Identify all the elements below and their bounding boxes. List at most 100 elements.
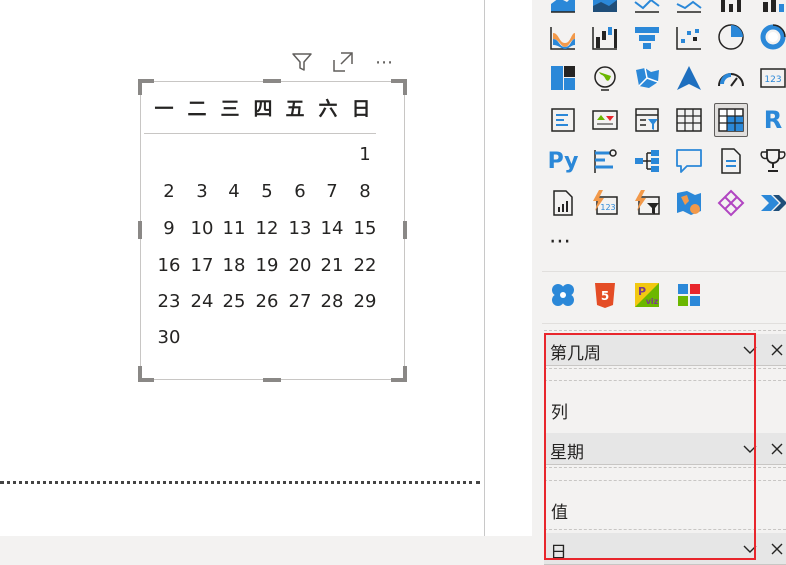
close-icon[interactable] bbox=[769, 342, 785, 362]
weekday-mon: 一 bbox=[154, 98, 174, 120]
chevron-down-icon[interactable] bbox=[742, 342, 758, 362]
well-border bbox=[544, 368, 786, 369]
ribbon-chart-icon[interactable] bbox=[715, 0, 747, 16]
weekday-sun: 日 bbox=[351, 98, 371, 120]
resize-handle-top[interactable] bbox=[263, 79, 281, 83]
well-border bbox=[544, 330, 786, 331]
filter-icon[interactable] bbox=[290, 50, 314, 74]
power-automate-flow-icon[interactable] bbox=[757, 187, 786, 219]
close-icon[interactable] bbox=[769, 441, 785, 461]
values-field-pill[interactable]: 日 bbox=[544, 533, 786, 565]
day-cell: 25 bbox=[222, 291, 246, 312]
day-cell: 28 bbox=[320, 291, 344, 312]
paginated-report-icon[interactable] bbox=[547, 187, 579, 219]
resize-handle-bottom[interactable] bbox=[263, 378, 281, 382]
matrix-icon[interactable] bbox=[714, 103, 748, 137]
r-visual-icon[interactable]: R bbox=[757, 104, 786, 136]
resize-corner-br[interactable] bbox=[391, 366, 407, 382]
pane-divider bbox=[542, 323, 786, 324]
rows-field-pill[interactable]: 第几周 bbox=[544, 334, 786, 366]
focus-mode-icon[interactable] bbox=[331, 50, 355, 74]
waterfall-chart-icon[interactable] bbox=[757, 0, 786, 16]
html5-visual-icon[interactable]: 5 bbox=[589, 279, 621, 311]
day-cell: 20 bbox=[288, 255, 312, 276]
day-cell: 22 bbox=[353, 255, 377, 276]
day-cell: 7 bbox=[326, 181, 338, 202]
multi-row-card-icon[interactable] bbox=[547, 104, 579, 136]
day-cell: 9 bbox=[163, 218, 175, 239]
pie-chart-icon[interactable] bbox=[715, 21, 747, 53]
donut-chart-icon[interactable] bbox=[757, 21, 786, 53]
chevron-down-icon[interactable] bbox=[742, 541, 758, 561]
calendar-matrix-visual[interactable]: 一 二 三 四 五 六 日 1 2 3 4 5 6 7 8 9 10 11 12… bbox=[138, 79, 407, 382]
svg-text:5: 5 bbox=[601, 289, 609, 303]
day-cell: 2 bbox=[163, 181, 175, 202]
columns-field-pill[interactable]: 星期 bbox=[544, 433, 786, 465]
well-border bbox=[544, 529, 786, 530]
resize-handle-right[interactable] bbox=[403, 221, 407, 239]
more-visuals-button[interactable]: ⋯ bbox=[549, 229, 572, 254]
power-apps-icon[interactable]: 123 bbox=[589, 187, 621, 219]
smart-narrative-icon[interactable] bbox=[715, 145, 747, 177]
power-automate-icon[interactable] bbox=[631, 187, 663, 219]
day-cell: 1 bbox=[359, 144, 371, 165]
custom-visual-icon[interactable] bbox=[715, 187, 747, 219]
weekday-fri: 五 bbox=[285, 98, 305, 120]
day-cell: 8 bbox=[359, 181, 371, 202]
filled-map-icon[interactable] bbox=[631, 62, 663, 94]
scatter-chart-icon[interactable] bbox=[673, 21, 705, 53]
resize-corner-tr[interactable] bbox=[391, 79, 407, 95]
weekday-wed: 三 bbox=[220, 98, 240, 120]
day-cell: 18 bbox=[222, 255, 246, 276]
columns-field-name: 星期 bbox=[550, 443, 584, 463]
azure-map-icon[interactable] bbox=[673, 62, 705, 94]
weekday-header-row: 一 二 三 四 五 六 日 bbox=[149, 94, 381, 120]
decomposition-tree-icon[interactable] bbox=[631, 145, 663, 177]
close-icon[interactable] bbox=[769, 541, 785, 561]
slicer-icon[interactable] bbox=[631, 104, 663, 136]
card-icon[interactable]: 123 bbox=[757, 62, 786, 94]
gauge-icon[interactable] bbox=[715, 62, 747, 94]
custom-visual-4-icon[interactable] bbox=[673, 279, 705, 311]
day-cell: 16 bbox=[157, 255, 181, 276]
treemap-icon[interactable] bbox=[547, 62, 579, 94]
custom-visual-1-icon[interactable] bbox=[547, 279, 579, 311]
well-border bbox=[544, 380, 786, 381]
key-influencers-icon[interactable] bbox=[589, 145, 621, 177]
day-cell: 10 bbox=[190, 218, 214, 239]
python-visual-icon[interactable]: Py bbox=[547, 145, 579, 177]
resize-corner-bl[interactable] bbox=[138, 366, 154, 382]
page-boundary bbox=[0, 481, 480, 484]
table-icon[interactable] bbox=[673, 104, 705, 136]
day-cell: 17 bbox=[190, 255, 214, 276]
values-well-label: 值 bbox=[551, 503, 568, 523]
weekday-sat: 六 bbox=[318, 98, 338, 120]
more-options-icon[interactable]: ⋯ bbox=[372, 50, 396, 74]
stacked-area-chart-icon[interactable] bbox=[589, 0, 621, 16]
map-icon[interactable] bbox=[589, 62, 621, 94]
arcgis-maps-icon[interactable] bbox=[673, 187, 705, 219]
chevron-down-icon[interactable] bbox=[742, 441, 758, 461]
pane-divider bbox=[542, 271, 786, 272]
weekday-tue: 二 bbox=[187, 98, 207, 120]
waterfall-chart-icon[interactable] bbox=[589, 21, 621, 53]
funnel-chart-icon[interactable] bbox=[631, 21, 663, 53]
svg-text:123: 123 bbox=[764, 75, 781, 85]
day-cell: 4 bbox=[228, 181, 240, 202]
line-clustered-column-chart-icon[interactable] bbox=[631, 0, 663, 16]
day-cell: 27 bbox=[288, 291, 312, 312]
qa-icon[interactable] bbox=[673, 145, 705, 177]
kpi-icon[interactable] bbox=[589, 104, 621, 136]
resize-handle-left[interactable] bbox=[138, 221, 142, 239]
day-cell: 21 bbox=[320, 255, 344, 276]
area-chart-icon[interactable] bbox=[547, 0, 579, 16]
svg-text:viz: viz bbox=[646, 297, 659, 306]
day-cell: 13 bbox=[288, 218, 312, 239]
day-cell: 24 bbox=[190, 291, 214, 312]
pbiviz-visual-icon[interactable]: Pviz bbox=[631, 279, 663, 311]
ribbon-chart-icon[interactable] bbox=[547, 21, 579, 53]
well-border bbox=[544, 480, 786, 481]
metrics-icon[interactable] bbox=[757, 145, 786, 177]
line-stacked-column-chart-icon[interactable] bbox=[673, 0, 705, 16]
resize-corner-tl[interactable] bbox=[138, 79, 154, 95]
